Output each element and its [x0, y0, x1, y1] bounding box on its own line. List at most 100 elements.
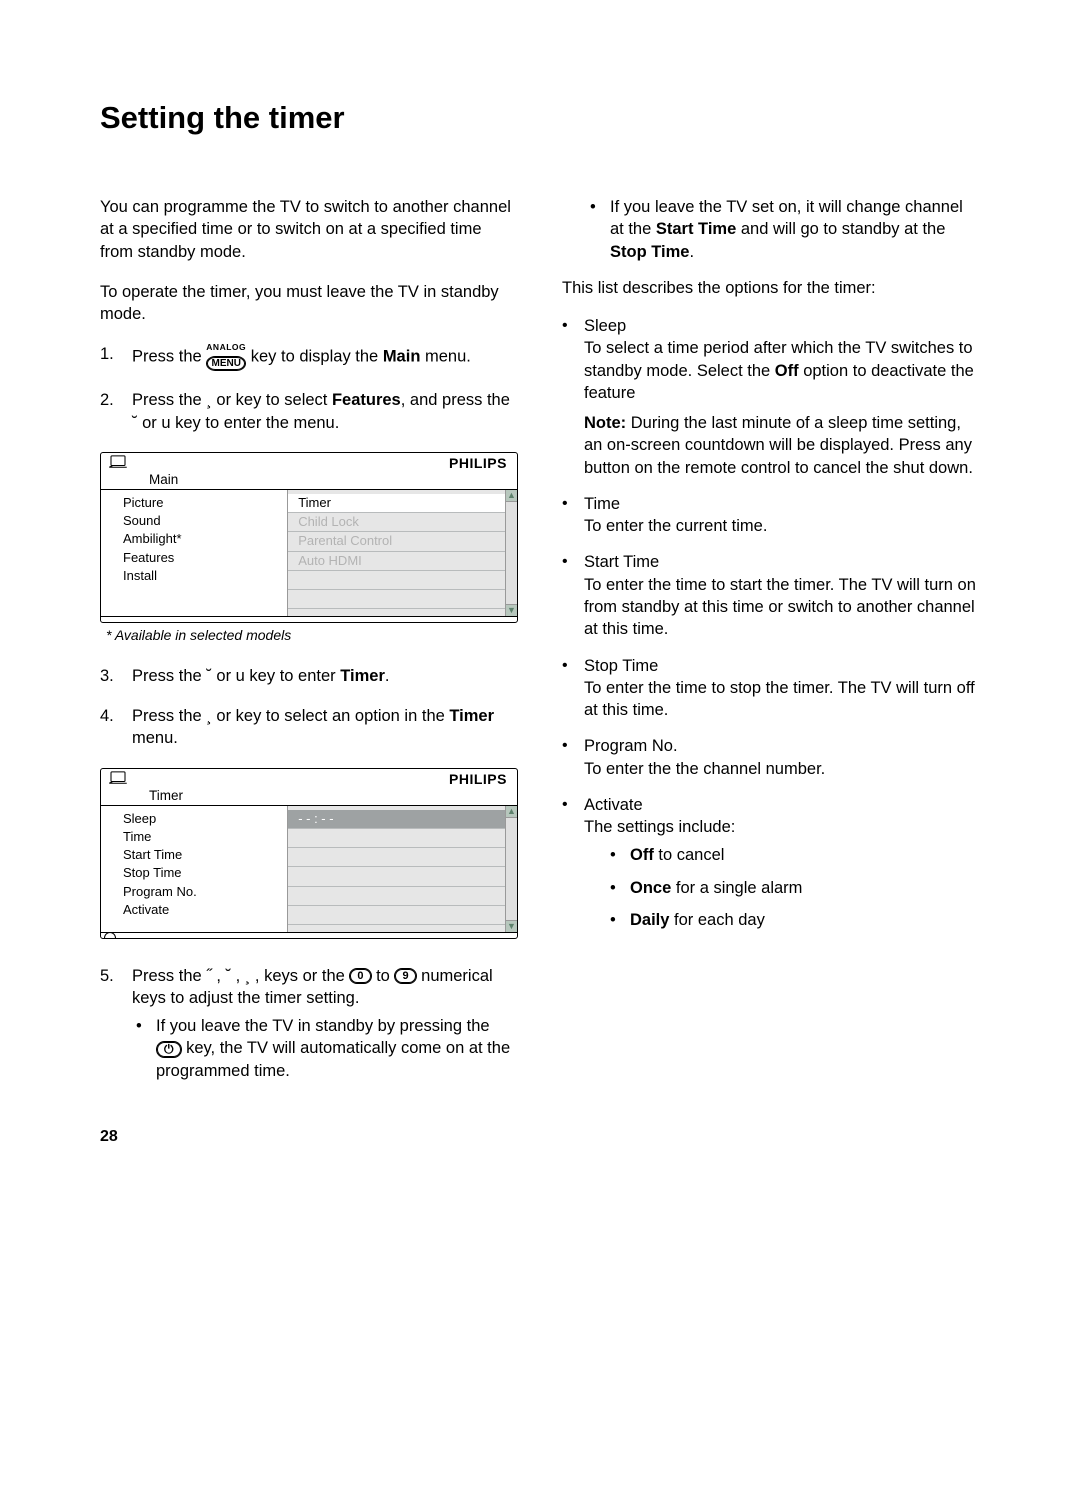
option-body: To enter the time to stop the timer. The…: [584, 677, 980, 722]
step5-sub: If you leave the TV in standby by pressi…: [132, 1015, 518, 1082]
scroll-down-icon: ▼: [506, 920, 517, 932]
num-key-0: 0: [349, 968, 371, 984]
page-title: Setting the timer: [100, 100, 980, 136]
step-body: Press the ˝ , ˘ , ¸ , keys or the 0 to 9…: [132, 965, 518, 1092]
osd-item-selected: Timer: [288, 494, 517, 513]
intro-2: To operate the timer, you must leave the…: [100, 281, 518, 326]
page-number: 28: [100, 1128, 518, 1146]
step-3: 3. Press the ˘ or u key to enter Timer.: [100, 665, 518, 687]
osd-item: [288, 609, 517, 623]
osd-title: Timer: [101, 788, 517, 806]
option-head: Time: [584, 493, 980, 515]
osd-left-col: Picture Sound Ambilight* Features Instal…: [101, 490, 288, 616]
scroll-up-icon: ▲: [506, 806, 517, 818]
footnote: * Available in selected models: [106, 627, 518, 643]
right-column: If you leave the TV set on, it will chan…: [562, 196, 980, 1146]
osd-item-selected: - - : - -: [288, 810, 517, 829]
left-column: You can programme the TV to switch to an…: [100, 196, 518, 1146]
power-key-icon: [156, 1041, 182, 1058]
osd-body: Picture Sound Ambilight* Features Instal…: [101, 490, 517, 616]
osd-scrollbar: ▲ ▼: [505, 806, 517, 932]
osd-right-col: Timer Child Lock Parental Control Auto H…: [288, 490, 517, 616]
step-number: 1.: [100, 343, 132, 371]
option-head: Program No.: [584, 735, 980, 757]
brand-label: PHILIPS: [449, 455, 507, 471]
activate-once: Once for a single alarm: [610, 877, 980, 899]
osd-right-col: - - : - - ▲ ▼: [288, 806, 517, 932]
options-intro: This list describes the options for the …: [562, 277, 980, 299]
two-column-layout: You can programme the TV to switch to an…: [100, 196, 980, 1146]
osd-item: [288, 571, 517, 590]
osd-footer: [101, 932, 517, 938]
osd-item: Features: [101, 549, 287, 567]
step5-sub-b: If you leave the TV set on, it will chan…: [590, 196, 980, 263]
osd-item: Sleep: [101, 810, 287, 828]
option-stop-time: Stop Time To enter the time to stop the …: [562, 655, 980, 722]
option-head: Start Time: [584, 551, 980, 573]
activate-daily: Daily for each day: [610, 909, 980, 931]
step-5: 5. Press the ˝ , ˘ , ¸ , keys or the 0 t…: [100, 965, 518, 1092]
steps-list: 1. Press the ANALOG MENU key to display …: [100, 343, 518, 434]
option-start-time: Start Time To enter the time to start th…: [562, 551, 980, 640]
step-4: 4. Press the ¸ or key to select an optio…: [100, 705, 518, 750]
option-body: To select a time period after which the …: [584, 337, 980, 404]
osd-item: Activate: [101, 901, 287, 919]
step-body: Press the ANALOG MENU key to display the…: [132, 343, 518, 371]
tv-icon: [107, 771, 129, 788]
option-head: Sleep: [584, 315, 980, 337]
osd-item: [288, 829, 517, 848]
osd-header: PHILIPS: [101, 453, 517, 472]
osd-body: Sleep Time Start Time Stop Time Program …: [101, 806, 517, 932]
osd-scrollbar: ▲ ▼: [505, 490, 517, 616]
activate-off: Off to cancel: [610, 844, 980, 866]
option-sleep: Sleep To select a time period after whic…: [562, 315, 980, 479]
scroll-down-icon: ▼: [506, 604, 517, 616]
step-number: 5.: [100, 965, 132, 1092]
step-number: 3.: [100, 665, 132, 687]
scroll-up-icon: ▲: [506, 490, 517, 502]
option-time: Time To enter the current time.: [562, 493, 980, 538]
option-body: To enter the the channel number.: [584, 758, 980, 780]
intro-1: You can programme the TV to switch to an…: [100, 196, 518, 263]
osd-item: [288, 848, 517, 867]
osd-item: [288, 590, 517, 609]
osd-item: Child Lock: [288, 513, 517, 532]
osd-header: PHILIPS: [101, 769, 517, 788]
option-body: To enter the current time.: [584, 515, 980, 537]
menu-key-icon: ANALOG MENU: [206, 343, 246, 371]
osd-item: Stop Time: [101, 864, 287, 882]
option-body: The settings include:: [584, 816, 980, 838]
step-number: 2.: [100, 389, 132, 434]
osd-item: Parental Control: [288, 532, 517, 551]
option-head: Activate: [584, 794, 980, 816]
option-note: Note: During the last minute of a sleep …: [584, 412, 980, 479]
step-body: Press the ˘ or u key to enter Timer.: [132, 665, 518, 687]
osd-item: Sound: [101, 512, 287, 530]
step-body: Press the ¸ or key to select Features, a…: [132, 389, 518, 434]
option-program-no: Program No. To enter the the channel num…: [562, 735, 980, 780]
step-body: Press the ¸ or key to select an option i…: [132, 705, 518, 750]
option-body: To enter the time to start the timer. Th…: [584, 574, 980, 641]
brand-label: PHILIPS: [449, 771, 507, 787]
osd-left-col: Sleep Time Start Time Stop Time Program …: [101, 806, 288, 932]
osd-main-menu: PHILIPS Main Picture Sound Ambilight* Fe…: [100, 452, 518, 623]
step5-sub-a: If you leave the TV in standby by pressi…: [136, 1015, 518, 1082]
osd-item: [288, 867, 517, 886]
osd-item: Picture: [101, 494, 287, 512]
osd-item: Time: [101, 828, 287, 846]
steps-list-cont: 3. Press the ˘ or u key to enter Timer. …: [100, 665, 518, 750]
tv-icon: [107, 455, 129, 472]
steps-list-cont2: 5. Press the ˝ , ˘ , ¸ , keys or the 0 t…: [100, 965, 518, 1092]
page: Setting the timer You can programme the …: [0, 0, 1080, 1196]
step-1: 1. Press the ANALOG MENU key to display …: [100, 343, 518, 371]
num-key-9: 9: [394, 968, 416, 984]
osd-item: [288, 887, 517, 906]
osd-item: Program No.: [101, 883, 287, 901]
osd-timer-menu: PHILIPS Timer Sleep Time Start Time Stop…: [100, 768, 518, 939]
option-activate: Activate The settings include: Off to ca…: [562, 794, 980, 941]
osd-item: [288, 906, 517, 925]
osd-item: Ambilight*: [101, 530, 287, 548]
step-number: 4.: [100, 705, 132, 750]
osd-item: Auto HDMI: [288, 552, 517, 571]
osd-item: Install: [101, 567, 287, 585]
